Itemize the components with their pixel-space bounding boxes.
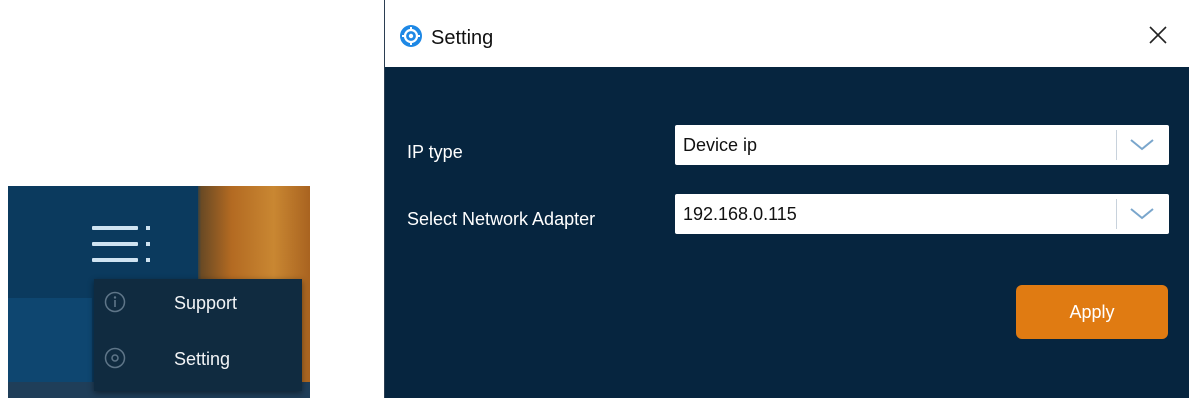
hamburger-menu-icon[interactable] — [84, 218, 156, 274]
hamburger-bar — [92, 226, 138, 230]
hamburger-dot — [146, 242, 150, 246]
app-menu-snippet: Support Setting — [8, 186, 310, 398]
hamburger-dot — [146, 226, 150, 230]
menu-item-label: Support — [174, 292, 238, 313]
apply-button[interactable]: Apply — [1016, 285, 1168, 339]
menu-item-setting[interactable]: Setting — [94, 335, 302, 383]
info-icon — [104, 291, 126, 313]
menu-item-label: Setting — [174, 348, 231, 369]
hamburger-bar — [92, 242, 138, 246]
app-gear-icon — [400, 25, 422, 47]
network-adapter-label: Select Network Adapter — [407, 209, 596, 229]
close-icon[interactable] — [1145, 22, 1171, 48]
combo-separator — [1116, 130, 1117, 160]
chevron-down-icon[interactable] — [1127, 207, 1157, 221]
dialog-titlebar: Setting — [385, 0, 1189, 67]
combo-separator — [1116, 199, 1117, 229]
network-adapter-value: 192.168.0.115 — [683, 204, 797, 224]
hamburger-dot — [146, 258, 150, 262]
dropdown-menu: Support Setting — [94, 279, 302, 391]
gear-icon — [104, 347, 126, 369]
ip-type-value: Device ip — [683, 135, 758, 155]
network-adapter-select[interactable]: 192.168.0.115 — [675, 194, 1169, 234]
ip-type-select[interactable]: Device ip — [675, 125, 1169, 165]
dialog-title: Setting — [431, 27, 494, 49]
setting-dialog: Setting IP type Device ip Select Network… — [384, 0, 1189, 398]
chevron-down-icon[interactable] — [1127, 138, 1157, 152]
menu-item-support[interactable]: Support — [94, 279, 302, 327]
ip-type-label: IP type — [407, 142, 463, 162]
hamburger-bar — [92, 258, 138, 262]
